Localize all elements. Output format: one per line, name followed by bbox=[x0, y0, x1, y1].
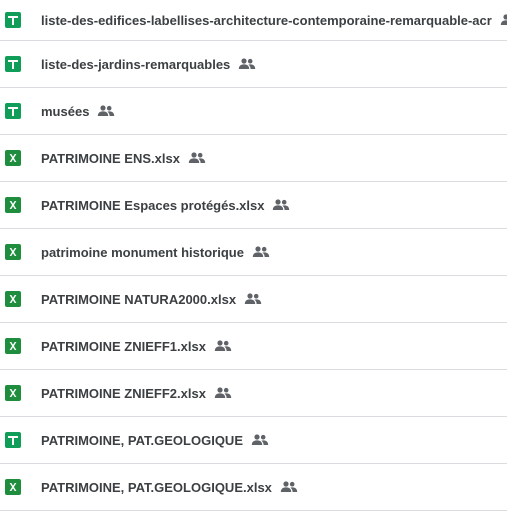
excel-icon bbox=[5, 197, 21, 213]
shared-people-icon bbox=[214, 340, 232, 352]
file-name: PATRIMOINE ZNIEFF1.xlsx bbox=[41, 338, 206, 354]
file-name: liste-des-edifices-labellises-architectu… bbox=[41, 12, 492, 28]
excel-icon bbox=[5, 291, 21, 307]
excel-icon bbox=[5, 338, 21, 354]
excel-icon bbox=[5, 244, 21, 260]
google-sheets-icon bbox=[5, 12, 21, 28]
excel-icon bbox=[5, 150, 21, 166]
file-row[interactable]: PATRIMOINE, PAT.GEOLOGIQUE.xlsx bbox=[0, 464, 507, 511]
file-name: PATRIMOINE Espaces protégés.xlsx bbox=[41, 197, 265, 213]
file-name: PATRIMOINE ZNIEFF2.xlsx bbox=[41, 385, 206, 401]
google-sheets-icon bbox=[5, 103, 21, 119]
shared-people-icon bbox=[188, 152, 206, 164]
file-name: PATRIMOINE, PAT.GEOLOGIQUE.xlsx bbox=[41, 479, 272, 495]
shared-people-icon bbox=[252, 246, 270, 258]
shared-people-icon bbox=[214, 387, 232, 399]
shared-people-icon bbox=[97, 105, 115, 117]
google-sheets-icon bbox=[5, 56, 21, 72]
file-name: PATRIMOINE, PAT.GEOLOGIQUE bbox=[41, 432, 243, 448]
file-name: PATRIMOINE ENS.xlsx bbox=[41, 150, 180, 166]
file-row[interactable]: liste-des-edifices-labellises-architectu… bbox=[0, 0, 507, 41]
file-list: liste-des-edifices-labellises-architectu… bbox=[0, 0, 507, 521]
file-row[interactable]: PATRIMOINE Espaces protégés.xlsx bbox=[0, 182, 507, 229]
shared-people-icon bbox=[500, 14, 507, 26]
file-row[interactable]: patrimoine monument historique bbox=[0, 229, 507, 276]
file-row[interactable]: musées bbox=[0, 88, 507, 135]
excel-icon bbox=[5, 479, 21, 495]
shared-people-icon bbox=[244, 293, 262, 305]
excel-icon bbox=[5, 385, 21, 401]
file-name: musées bbox=[41, 103, 90, 119]
file-row[interactable]: liste-des-jardins-remarquables bbox=[0, 41, 507, 88]
file-name: patrimoine monument historique bbox=[41, 244, 244, 260]
file-name: PATRIMOINE NATURA2000.xlsx bbox=[41, 291, 237, 307]
shared-people-icon bbox=[238, 58, 256, 70]
shared-people-icon bbox=[272, 199, 290, 211]
file-row[interactable]: PATRIMOINE ENS.xlsx bbox=[0, 135, 507, 182]
shared-people-icon bbox=[280, 481, 298, 493]
file-row[interactable]: PATRIMOINE ZNIEFF1.xlsx bbox=[0, 323, 507, 370]
file-row[interactable]: PATRIMOINE, PAT.GEOLOGIQUE bbox=[0, 417, 507, 464]
file-row[interactable]: PATRIMOINE ZNIEFF2.xlsx bbox=[0, 370, 507, 417]
shared-people-icon bbox=[251, 434, 269, 446]
file-row[interactable]: PATRIMOINE NATURA2000.xlsx bbox=[0, 276, 507, 323]
file-name: liste-des-jardins-remarquables bbox=[41, 56, 231, 72]
google-sheets-icon bbox=[5, 432, 21, 448]
